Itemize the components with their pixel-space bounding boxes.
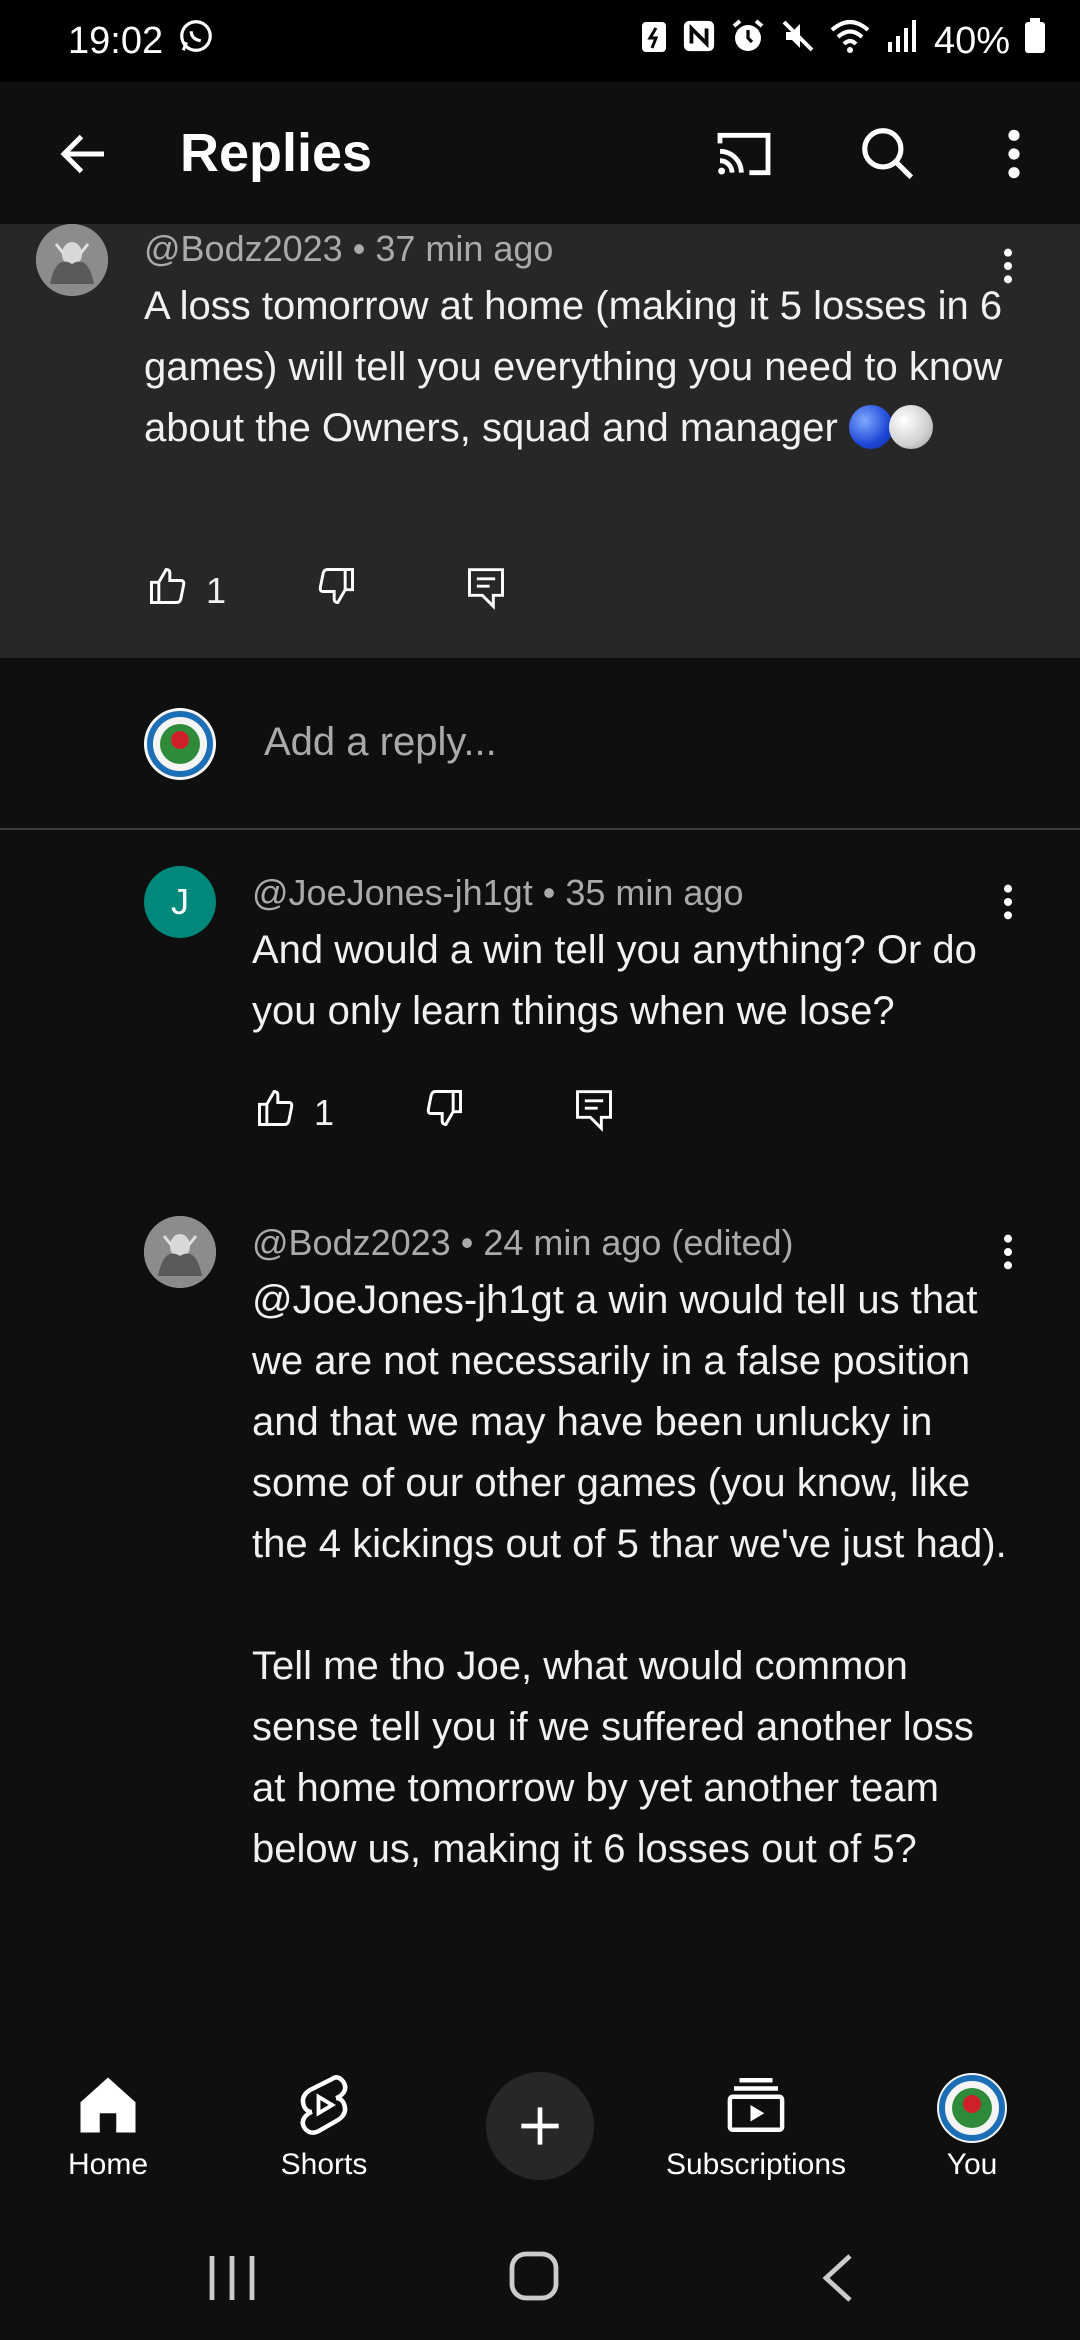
home-icon: [80, 2077, 136, 2133]
comment-text: A loss tomorrow at home (making it 5 los…: [144, 284, 1003, 450]
system-nav-bar: [0, 2212, 1080, 2340]
like-count: 1: [206, 569, 227, 611]
home-nav-icon[interactable]: [506, 2248, 562, 2309]
thumbs-up-icon: [254, 1086, 298, 1139]
like-button[interactable]: 1: [146, 564, 226, 617]
battery-icon: [1024, 18, 1046, 64]
page-title: Replies: [180, 123, 373, 183]
reply-button[interactable]: [572, 1086, 616, 1143]
back-nav-icon[interactable]: [818, 2250, 858, 2311]
status-time: 19:02: [68, 19, 164, 62]
app-bar: Replies: [0, 82, 1080, 224]
cast-icon[interactable]: [708, 118, 780, 190]
blue-ball-icon: [848, 405, 893, 449]
reply-input[interactable]: Add a reply...: [264, 720, 497, 765]
recent-apps-icon[interactable]: [200, 2252, 264, 2309]
nav-you[interactable]: You: [922, 2072, 1022, 2182]
plus-icon: [521, 2107, 559, 2145]
nav-label: Subscriptions: [665, 2148, 847, 2181]
comment-paragraph: @JoeJones-jh1gt a win would tell us that…: [252, 1278, 1007, 1566]
parent-comment: @Bodz2023 • 37 min ago A loss tomorrow a…: [0, 224, 1080, 658]
search-icon[interactable]: [852, 118, 924, 190]
thumbs-down-icon: [422, 1086, 466, 1139]
dislike-button[interactable]: [314, 564, 358, 617]
nav-home[interactable]: Home: [60, 2072, 156, 2182]
comment-time: 37 min ago: [375, 228, 554, 269]
battery-saver-icon: [640, 18, 668, 64]
comment-text: @JoeJones-jh1gt a win would tell us that…: [252, 1270, 1012, 2000]
mute-icon: [780, 18, 816, 64]
reply-button[interactable]: [464, 564, 508, 621]
whatsapp-icon: [177, 17, 215, 65]
comment-meta: @Bodz2023 • 24 min ago (edited): [252, 1222, 794, 1263]
comment-author[interactable]: @JoeJones-jh1gt: [252, 872, 533, 913]
comment-time: 24 min ago (edited): [483, 1222, 794, 1263]
avatar[interactable]: [144, 1216, 216, 1288]
nav-label: Shorts: [280, 2148, 368, 2181]
thumbs-down-icon: [314, 564, 358, 617]
like-button[interactable]: 1: [254, 1086, 334, 1139]
wifi-icon: [830, 18, 870, 64]
white-ball-icon: [888, 405, 933, 449]
like-count: 1: [314, 1091, 335, 1133]
comment-meta: @Bodz2023 • 37 min ago: [144, 228, 554, 269]
bottom-nav: Home Shorts Subscriptions You: [0, 2052, 1080, 2212]
alarm-icon: [730, 18, 766, 64]
dislike-button[interactable]: [422, 1086, 466, 1139]
avatar[interactable]: J: [144, 866, 216, 938]
reply-comment-icon: [464, 564, 508, 621]
status-bar: 19:02 40%: [0, 0, 1080, 82]
nfc-icon: [682, 19, 716, 63]
comment-text: And would a win tell you anything? Or do…: [252, 928, 977, 1033]
back-arrow-icon[interactable]: [48, 118, 120, 190]
subscriptions-icon: [727, 2078, 785, 2132]
more-vert-icon[interactable]: [978, 118, 1050, 190]
user-avatar[interactable]: [144, 708, 216, 780]
avatar[interactable]: [36, 224, 108, 296]
user-avatar: [937, 2073, 1007, 2143]
comment-author[interactable]: @Bodz2023: [144, 228, 343, 269]
shorts-icon: [300, 2075, 348, 2135]
signal-icon: [884, 18, 920, 64]
thumbs-up-icon: [146, 564, 190, 617]
create-button[interactable]: [486, 2072, 594, 2180]
nav-shorts[interactable]: Shorts: [276, 2072, 372, 2182]
comment-author[interactable]: @Bodz2023: [252, 1222, 451, 1263]
reply-composer: Add a reply...: [0, 658, 1080, 830]
comment-paragraph: Tell me tho Joe, what would common sense…: [252, 1644, 974, 1871]
nav-label: You: [946, 2148, 998, 2181]
comment-time: 35 min ago: [565, 872, 744, 913]
nav-subscriptions[interactable]: Subscriptions: [656, 2072, 856, 2182]
emoji-blue-white: [848, 405, 933, 450]
nav-label: Home: [67, 2148, 149, 2181]
reply-comment-icon: [572, 1086, 616, 1143]
battery-percent: 40%: [933, 19, 1010, 62]
comment-meta: @JoeJones-jh1gt • 35 min ago: [252, 872, 744, 913]
